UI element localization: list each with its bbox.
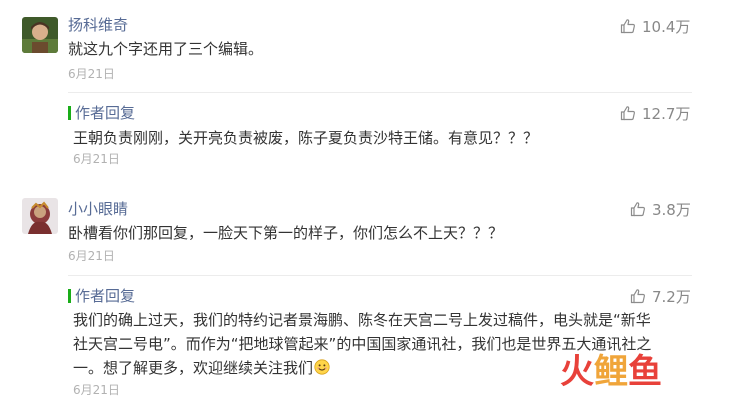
reply-text-line: 一。想了解更多，欢迎继续关注我们 [73, 359, 314, 377]
commenter-name[interactable]: 扬科维奇 [68, 15, 128, 35]
comment-text: 卧槽看你们那回复，一脸天下第一的样子，你们怎么不上天？？？ [68, 224, 504, 242]
comment-date: 6月21日 [68, 249, 115, 263]
smile-emoji-icon [314, 359, 330, 375]
author-reply-label: 作者回复 [68, 103, 135, 123]
commenter-name[interactable]: 小小眼睛 [68, 199, 128, 219]
watermark-char: 火 [560, 352, 594, 392]
reply-date: 6月21日 [73, 383, 120, 397]
like-count: 10.4万 [642, 17, 691, 36]
like-count: 3.8万 [652, 200, 691, 219]
comment-date: 6月21日 [68, 67, 115, 81]
comment-section: 扬科维奇 就这九个字还用了三个编辑。 6月21日 10.4万 作者回复 王朝负责… [0, 0, 730, 403]
author-reply-label: 作者回复 [68, 286, 135, 306]
like-count: 7.2万 [652, 287, 691, 306]
comment-text: 就这九个字还用了三个编辑。 [68, 40, 264, 58]
reply-divider [68, 275, 692, 276]
reply-date: 6月21日 [73, 152, 120, 166]
like-button[interactable]: 10.4万 [620, 16, 690, 36]
avatar[interactable] [22, 17, 58, 53]
author-reply-label-text: 作者回复 [75, 104, 136, 122]
author-reply-label-text: 作者回复 [75, 287, 136, 305]
reply-text-line: 我们的确上过天，我们的特约记者景海鹏、陈冬在天宫二号上发过稿件，电头就是“新华 [73, 311, 651, 329]
thumbs-up-icon [630, 288, 646, 304]
thumbs-up-icon [620, 105, 636, 121]
reply-divider [68, 92, 692, 93]
thumbs-up-icon [620, 18, 636, 34]
like-button[interactable]: 12.7万 [620, 103, 690, 123]
reply-text-line-last: 一。想了解更多，欢迎继续关注我们 [73, 357, 330, 379]
author-reply-bar [68, 289, 71, 303]
like-button[interactable]: 3.8万 [630, 199, 691, 219]
avatar[interactable] [22, 198, 58, 234]
reply-text: 王朝负责刚刚，关开亮负责被废，陈子夏负责沙特王储。有意见？？？ [73, 129, 539, 147]
thumbs-up-icon [630, 201, 646, 217]
author-reply-bar [68, 106, 71, 120]
like-button[interactable]: 7.2万 [630, 286, 691, 306]
like-count: 12.7万 [642, 104, 691, 123]
watermark-char: 鲤 [594, 352, 628, 392]
watermark-logo: 火 鲤 鱼 [560, 352, 662, 392]
watermark-char: 鱼 [628, 352, 662, 392]
